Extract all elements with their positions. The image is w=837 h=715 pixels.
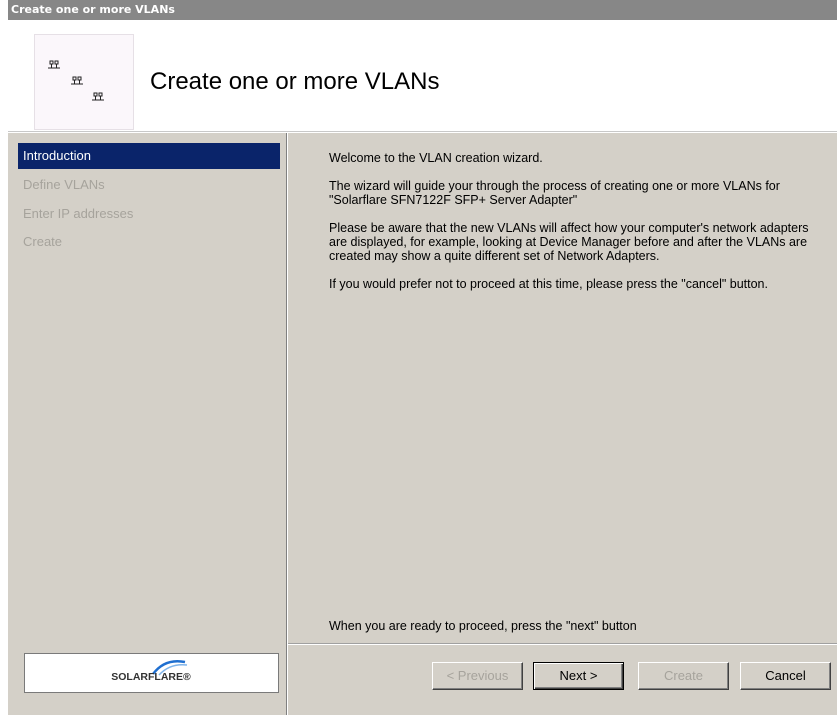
create-button[interactable]: Create: [638, 662, 729, 690]
window-title: Create one or more VLANs: [8, 0, 837, 20]
guide-paragraph: The wizard will guide your through the p…: [329, 179, 780, 207]
wizard-header: Create one or more VLANs: [8, 20, 837, 132]
step-create: Create: [23, 234, 63, 249]
solarflare-logo: SOLARFLARE®: [24, 653, 279, 693]
ready-text: When you are ready to proceed, press the…: [329, 619, 637, 633]
welcome-paragraph: Welcome to the VLAN creation wizard.: [329, 151, 543, 165]
next-button[interactable]: Next >: [533, 662, 624, 690]
wizard-content: Welcome to the VLAN creation wizard. The…: [288, 133, 837, 715]
solarflare-wordmark: SOLARFLARE®: [111, 671, 191, 683]
page-title: Create one or more VLANs: [150, 68, 440, 95]
network-icon: [34, 34, 134, 130]
vlan-wizard-window: Create one or more VLANs Create one or m…: [8, 0, 837, 715]
step-introduction[interactable]: Introduction: [18, 143, 280, 169]
warning-paragraph: Please be aware that the new VLANs will …: [329, 221, 809, 263]
button-separator: [288, 643, 837, 645]
wizard-steps-sidebar: Introduction Define VLANs Enter IP addre…: [8, 133, 287, 715]
previous-button[interactable]: < Previous: [432, 662, 523, 690]
cancel-button[interactable]: Cancel: [740, 662, 831, 690]
step-define-vlans: Define VLANs: [23, 177, 105, 192]
step-enter-ip-addresses: Enter IP addresses: [23, 206, 134, 221]
intro-text: Welcome to the VLAN creation wizard. The…: [329, 151, 809, 305]
cancel-paragraph: If you would prefer not to proceed at th…: [329, 277, 768, 291]
